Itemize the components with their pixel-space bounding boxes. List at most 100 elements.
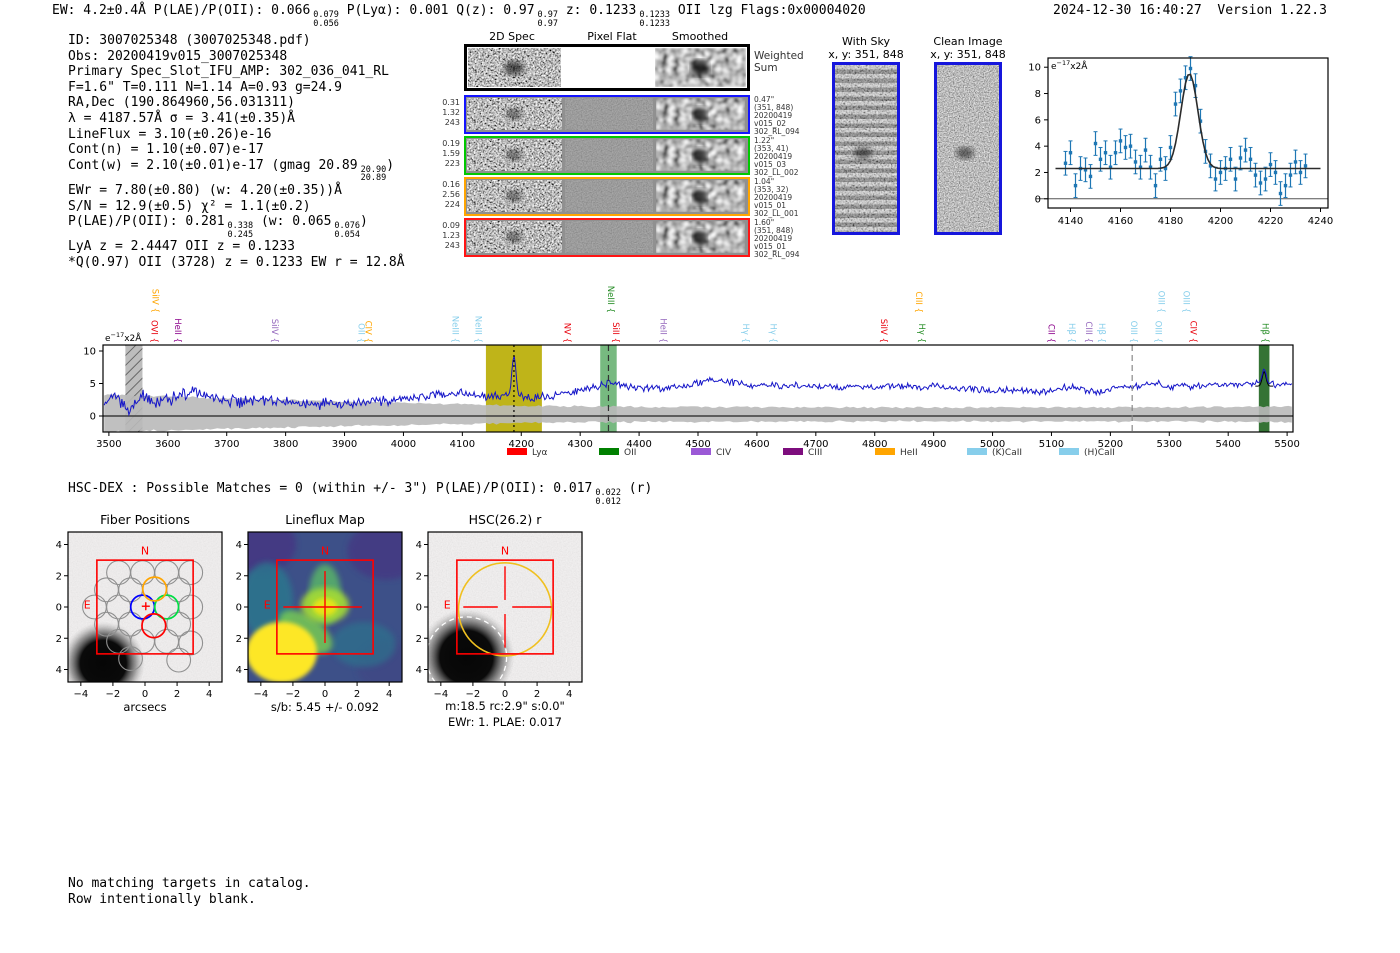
legend-label: (K)CaII — [992, 448, 1022, 458]
lineflux-map-panel: N E Lineflux Map −4 −4 −2 −2 0 0 2 2 4 4 s/b: 5.45 +/… — [235, 510, 425, 725]
svg-text:−4: −4 — [235, 665, 242, 676]
cutout-cell-flat — [565, 98, 653, 130]
hsc-aperture-stats: m:18.5 rc:2.9" s:0.0" — [445, 699, 565, 713]
text-segment: ) — [360, 214, 368, 230]
legend-swatch — [599, 448, 619, 455]
svg-text:3700: 3700 — [214, 439, 239, 450]
info-line: LineFlux = 3.10(±0.26)e-16 — [68, 127, 405, 143]
svg-text:4240: 4240 — [1308, 216, 1333, 227]
stacked-uncertainty: 0.076 0.054 — [334, 221, 361, 240]
line-label: OVI { — [148, 320, 158, 343]
hsc-cutout-panel: NEHSC(26.2) r−4−4−2−2002244m:18.5 rc:2.9… — [415, 510, 605, 745]
svg-text:4300: 4300 — [567, 439, 592, 450]
noise-image — [656, 180, 745, 212]
noise-image — [835, 65, 897, 232]
svg-text:−4: −4 — [73, 689, 88, 700]
legend-swatch — [783, 448, 803, 455]
svg-text:3800: 3800 — [273, 439, 298, 450]
cutout-cell-2d — [467, 221, 562, 253]
svg-text:4: 4 — [236, 540, 242, 551]
info-line: Obs: 20200419v015_3007025348 — [68, 49, 405, 65]
info-line: S/N = 12.9(±0.5) χ² = 1.1(±0.2) — [68, 199, 405, 215]
line-label: OIII { — [1128, 321, 1138, 343]
svg-text:3500: 3500 — [96, 439, 121, 450]
svg-text:4: 4 — [416, 540, 422, 551]
line-label: CIV { — [1187, 321, 1197, 343]
text-segment: Primary Spec_Slot_IFU_AMP: 302_036_041_R… — [68, 64, 389, 80]
text-segment: P(LAE)/P(OII): 0.281 — [68, 214, 225, 230]
svg-text:4200: 4200 — [1208, 216, 1233, 227]
svg-text:5500: 5500 — [1274, 439, 1299, 450]
noise-image — [467, 98, 562, 130]
catalog-match-notes: No matching targets in catalog. Row inten… — [68, 876, 311, 907]
svg-text:−2: −2 — [106, 689, 121, 700]
info-line: λ = 4187.57Å σ = 3.41(±0.35)Å — [68, 111, 405, 127]
svg-text:−4: −4 — [415, 665, 422, 676]
noise-image — [656, 98, 745, 130]
text-segment: λ = 4187.57Å σ = 3.41(±0.35)Å — [68, 110, 295, 126]
fiber-positions-panel: N E Fiber Positions −4 −4 −2 −2 0 0 2 2 4 4 arcsecs — [55, 510, 245, 725]
text-segment: EWr = 7.80(±0.80) (w: 4.20(±0.35))Å — [68, 182, 342, 198]
info-line: F=1.6" T=0.111 N=1.14 A=0.93 g=24.9 — [68, 80, 405, 96]
line-label: HeII { — [172, 318, 182, 343]
svg-text:−4: −4 — [253, 689, 268, 700]
svg-text:2: 2 — [354, 689, 360, 700]
header-summary-line: EW: 4.2±0.4Å P(LAE)/P(OII): 0.066 0.079 0.… — [52, 3, 866, 28]
cutout-cell-flat — [565, 221, 653, 253]
svg-text:4: 4 — [386, 689, 392, 700]
line-label: NeIII { — [449, 316, 459, 343]
noise-image — [565, 221, 653, 253]
text-segment: P(Lyα): 0.001 Q(z): 0.97 — [338, 3, 535, 18]
legend-label: CIII — [808, 448, 822, 458]
svg-text:2: 2 — [56, 571, 62, 582]
svg-text:6: 6 — [1035, 115, 1041, 126]
text-segment: HSC-DEX : Possible Matches = 0 (within +… — [68, 481, 593, 496]
svg-text:−2: −2 — [286, 689, 301, 700]
info-line: ID: 3007025348 (3007025348.pdf) — [68, 33, 405, 49]
fiber-cutout-row — [464, 95, 750, 134]
catalog-note-line: Row intentionally blank. — [68, 891, 256, 907]
compass-north-label: N — [141, 545, 149, 558]
main-chart-svg: 3500 3600 3700 3800 3900 4000 4100 4200 4300 4400… — [83, 286, 1300, 458]
line-label: CII { — [1046, 324, 1056, 343]
cutout-cell-smooth — [655, 48, 746, 87]
fiber-row-weights: 0.09 1.23 243 — [442, 221, 460, 250]
line-label: CIII { — [1083, 321, 1093, 343]
text-segment: OII lzg Flags:0x00004020 — [670, 3, 866, 18]
svg-text:0: 0 — [416, 603, 422, 614]
noise-image — [467, 139, 562, 171]
info-line: Cont(w) = 2.10(±0.01)e-17 (gmag 20.89 20.… — [68, 158, 405, 183]
legend-label: OII — [624, 448, 636, 458]
noise-image — [467, 180, 562, 212]
svg-text:2: 2 — [174, 689, 180, 700]
line-label: Hβ { — [1259, 323, 1269, 343]
hsc-cutout-svg: NEHSC(26.2) r−4−4−2−2002244m:18.5 rc:2.9… — [415, 512, 583, 729]
cutout-cell-flat — [565, 180, 653, 212]
svg-text:4100: 4100 — [450, 439, 475, 450]
noise-image — [937, 65, 999, 232]
text-segment: (r) — [620, 481, 653, 496]
cutout-cell-flat — [565, 139, 653, 171]
svg-text:−4: −4 — [55, 665, 62, 676]
svg-text:0: 0 — [56, 603, 62, 614]
noise-image — [565, 180, 653, 212]
svg-text:5400: 5400 — [1215, 439, 1240, 450]
svg-text:4: 4 — [566, 689, 572, 700]
svg-text:Lineflux Map: Lineflux Map — [285, 512, 365, 527]
text-segment: F=1.6" T=0.111 N=1.14 A=0.93 g=24.9 — [68, 79, 342, 95]
stacked-uncertainty: 0.338 0.245 — [227, 221, 254, 240]
line-label: SiII { — [610, 322, 620, 343]
svg-text:4140: 4140 — [1058, 216, 1083, 227]
compass-north-label: N — [501, 545, 509, 558]
svg-text:2: 2 — [236, 571, 242, 582]
svg-text:3600: 3600 — [155, 439, 180, 450]
info-line: P(LAE)/P(OII): 0.281 0.338 0.245 (w: 0.065… — [68, 214, 405, 239]
svg-text:0: 0 — [1035, 194, 1041, 205]
svg-text:0: 0 — [90, 412, 96, 423]
fiber-cutout-row — [464, 218, 750, 257]
noise-image — [655, 48, 746, 87]
line-label: Hβ { — [1096, 323, 1106, 343]
svg-text:2: 2 — [416, 571, 422, 582]
svg-text:e−17x2Å: e−17x2Å — [105, 331, 142, 344]
header-timestamp-version: 2024-12-30 16:40:27 Version 1.22.3 — [1053, 3, 1327, 18]
